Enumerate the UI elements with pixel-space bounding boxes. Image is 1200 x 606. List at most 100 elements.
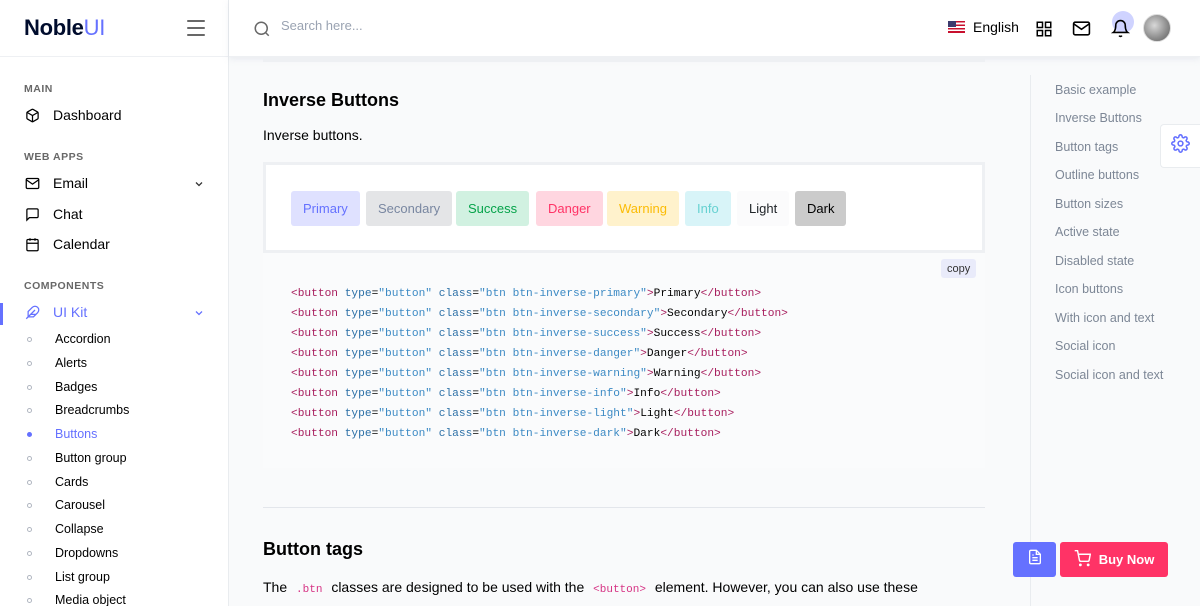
- sub-item-carousel[interactable]: Carousel: [27, 496, 105, 514]
- mail-icon[interactable]: [1072, 19, 1091, 38]
- code-text: Danger: [646, 348, 688, 360]
- code-line: <button type="button" class="btn btn-inv…: [291, 404, 788, 424]
- calendar-icon: [24, 236, 40, 252]
- code-string: "button": [378, 288, 433, 300]
- notifications-button[interactable]: [1109, 11, 1135, 41]
- code-tag: >: [646, 288, 654, 300]
- sub-item-label: Carousel: [55, 498, 106, 512]
- code-quote: ": [620, 388, 627, 400]
- sub-item-list-group[interactable]: List group: [27, 568, 110, 586]
- toc-social-icon[interactable]: Social icon: [1055, 339, 1115, 353]
- toc-divider: [1030, 75, 1031, 606]
- code-text: Light: [640, 408, 674, 420]
- code-listing: <button type="button" class="btn btn-inv…: [291, 284, 788, 444]
- menu-toggle-icon[interactable]: [187, 20, 205, 36]
- brand-logo[interactable]: NobleUI: [24, 15, 105, 41]
- sub-item-alerts[interactable]: Alerts: [27, 354, 87, 372]
- toc-basic-example[interactable]: Basic example: [1055, 83, 1136, 97]
- sub-item-label: Media object: [55, 593, 126, 606]
- toc-inverse-buttons[interactable]: Inverse Buttons: [1055, 111, 1142, 125]
- sub-item-label: Collapse: [55, 522, 104, 536]
- sub-item-dropdowns[interactable]: Dropdowns: [27, 544, 118, 562]
- toc-with-icon-and-text[interactable]: With icon and text: [1055, 311, 1154, 325]
- code-tag: </button>: [687, 348, 748, 360]
- bullet-icon: [27, 502, 32, 508]
- code-attr: class: [432, 388, 473, 400]
- inverse-success-button[interactable]: Success: [456, 191, 530, 226]
- sidebar-item-label: UI Kit: [53, 304, 88, 320]
- code-string: btn btn-inverse-info: [485, 388, 621, 400]
- inverse-danger-button[interactable]: Danger: [536, 191, 603, 226]
- chevron-down-icon: [193, 177, 205, 193]
- inverse-light-button[interactable]: Light: [737, 191, 790, 226]
- code-tag: <button: [291, 348, 338, 360]
- code-quote: ": [479, 368, 486, 380]
- toc-button-sizes[interactable]: Button sizes: [1055, 197, 1123, 211]
- code-tag: </button>: [727, 308, 788, 320]
- sub-item-breadcrumbs[interactable]: Breadcrumbs: [27, 401, 129, 419]
- sub-item-badges[interactable]: Badges: [27, 378, 97, 396]
- sidebar-item-ui-kit[interactable]: UI Kit: [24, 301, 205, 323]
- avatar[interactable]: [1143, 14, 1171, 42]
- code-string: "button": [378, 428, 433, 440]
- toc-button-tags[interactable]: Button tags: [1055, 140, 1118, 154]
- code-string: "button": [378, 408, 433, 420]
- code-string: "button": [378, 308, 433, 320]
- search-icon[interactable]: [253, 20, 271, 43]
- bullet-icon: [27, 479, 32, 485]
- feather-icon: [24, 304, 40, 320]
- inverse-warning-button[interactable]: Warning: [607, 191, 679, 226]
- card-top-edge: [263, 57, 985, 62]
- code-quote: ": [479, 308, 486, 320]
- chevron-down-icon: [193, 306, 205, 322]
- sub-item-buttons[interactable]: Buttons: [27, 425, 97, 443]
- bullet-icon: [27, 574, 32, 580]
- settings-button[interactable]: [1160, 124, 1200, 168]
- sub-item-media-object[interactable]: Media object: [27, 591, 126, 606]
- search-input[interactable]: [281, 18, 481, 33]
- code-line: <button type="button" class="btn btn-inv…: [291, 364, 788, 384]
- code-line: <button type="button" class="btn btn-inv…: [291, 324, 788, 344]
- sub-item-accordion[interactable]: Accordion: [27, 330, 111, 348]
- code-string: "button": [378, 348, 433, 360]
- code-string: "button": [378, 328, 433, 340]
- toc-active-state[interactable]: Active state: [1055, 225, 1120, 239]
- brand-name-accent: UI: [83, 15, 106, 40]
- toc-disabled-state[interactable]: Disabled state: [1055, 254, 1134, 268]
- section-title: Inverse Buttons: [263, 90, 400, 110]
- sub-item-cards[interactable]: Cards: [27, 473, 88, 491]
- copy-button[interactable]: copy: [941, 259, 977, 278]
- toc-social-icon-and-text[interactable]: Social icon and text: [1055, 368, 1163, 382]
- sidebar-item-dashboard[interactable]: Dashboard: [24, 104, 205, 126]
- toc-outline-buttons[interactable]: Outline buttons: [1055, 168, 1139, 182]
- toc-icon-buttons[interactable]: Icon buttons: [1055, 282, 1123, 296]
- inverse-primary-button[interactable]: Primary: [291, 191, 360, 226]
- code-quote: ": [479, 348, 486, 360]
- code-tag: >: [646, 368, 654, 380]
- code-line: <button type="button" class="btn btn-inv…: [291, 344, 788, 364]
- button-demo-box: Primary Secondary Success Danger Warning…: [263, 162, 985, 253]
- buy-now-button[interactable]: Buy Now: [1060, 542, 1168, 577]
- sidebar-item-calendar[interactable]: Calendar: [24, 233, 205, 255]
- code-attr: type: [338, 388, 372, 400]
- apps-grid-icon[interactable]: [1034, 19, 1053, 38]
- sidebar-item-email[interactable]: Email: [24, 172, 205, 194]
- code-tag: <button: [291, 308, 338, 320]
- inverse-dark-button[interactable]: Dark: [795, 191, 847, 226]
- code-quote: ": [620, 428, 627, 440]
- language-label: English: [973, 19, 1019, 35]
- code-attr: class: [432, 408, 473, 420]
- inverse-info-button[interactable]: Info: [685, 191, 731, 226]
- sidebar-item-chat[interactable]: Chat: [24, 203, 205, 225]
- code-tag: <button: [291, 288, 338, 300]
- code-line: <button type="button" class="btn btn-inv…: [291, 424, 788, 444]
- code-tag: <button: [291, 408, 338, 420]
- inverse-secondary-button[interactable]: Secondary: [366, 191, 453, 226]
- code-quote: ": [479, 388, 486, 400]
- box-icon: [24, 107, 40, 123]
- sub-item-button-group[interactable]: Button group: [27, 449, 127, 467]
- code-line: <button type="button" class="btn btn-inv…: [291, 284, 788, 304]
- sub-item-collapse[interactable]: Collapse: [27, 520, 104, 538]
- documentation-button[interactable]: [1013, 542, 1056, 577]
- language-selector[interactable]: English: [948, 19, 1019, 35]
